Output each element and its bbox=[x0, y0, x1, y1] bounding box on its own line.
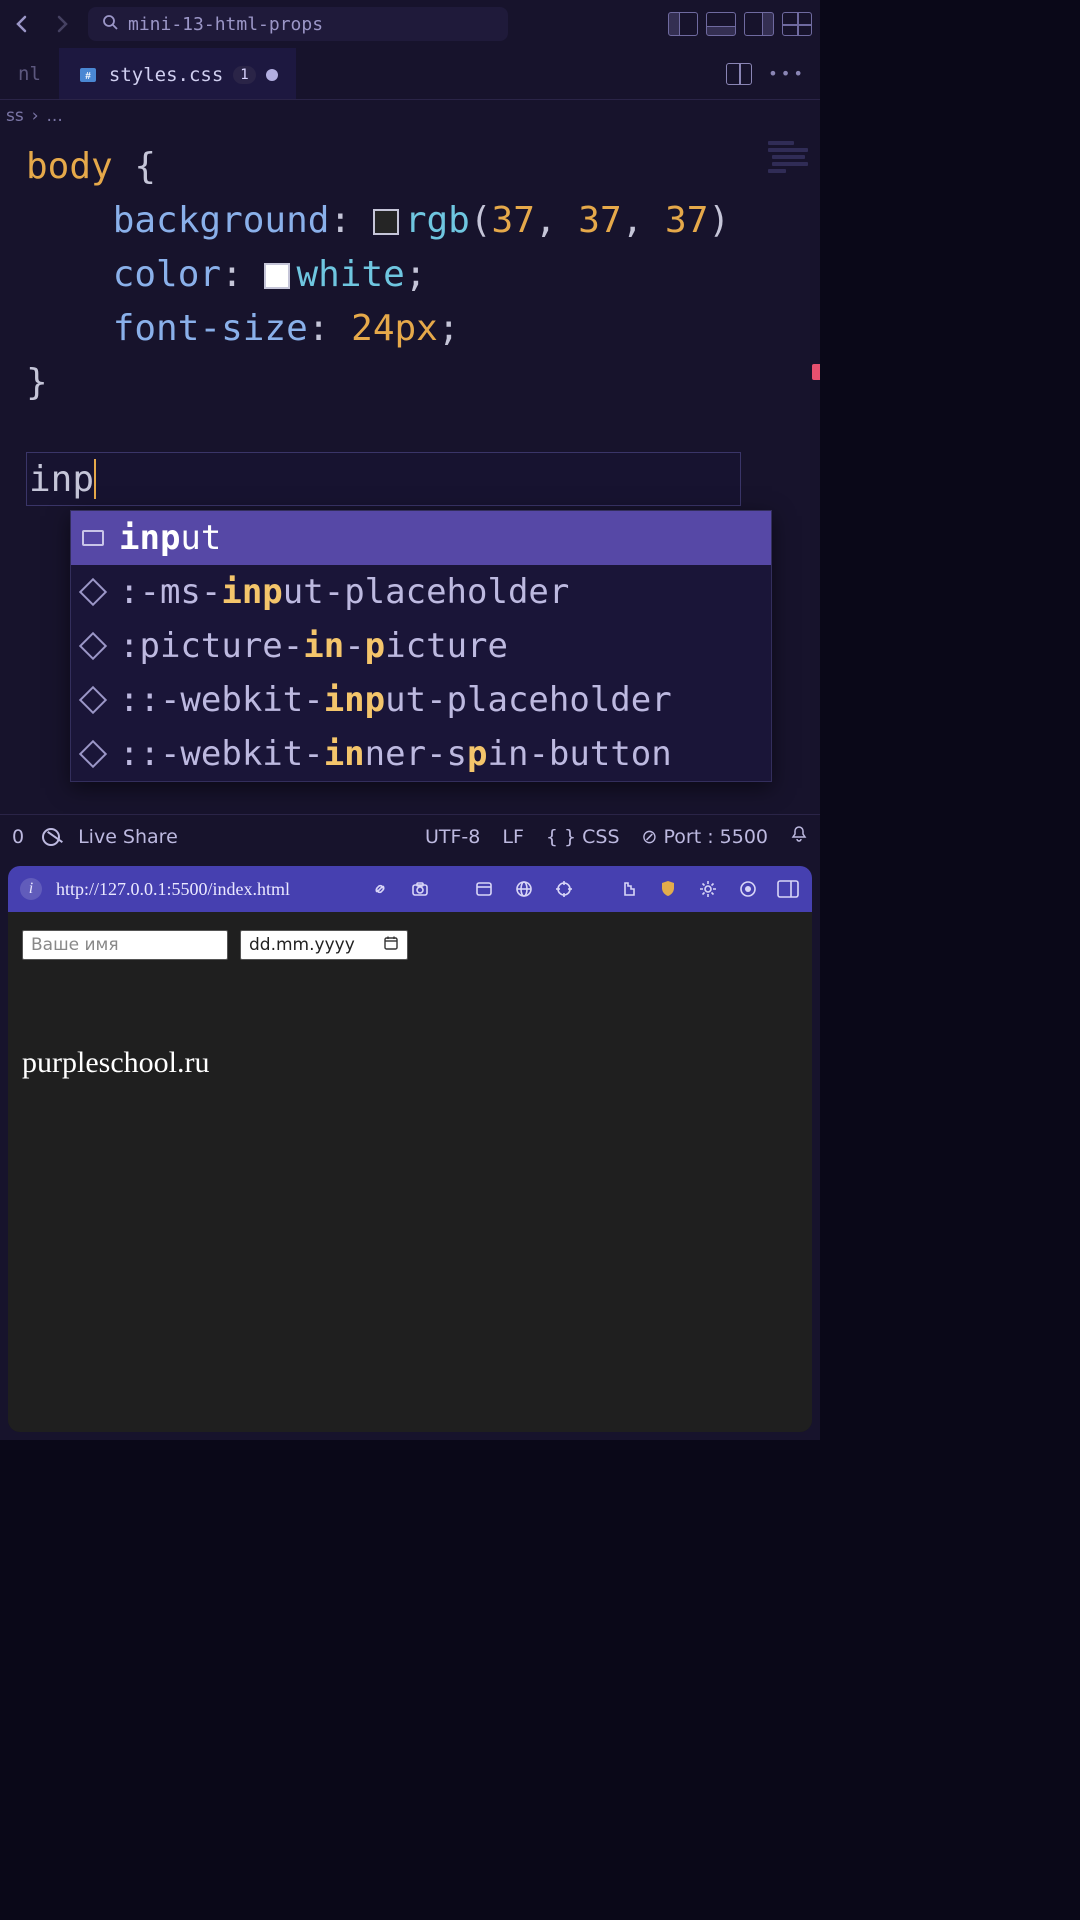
tab-inactive[interactable]: nl bbox=[0, 48, 59, 99]
color-swatch-icon[interactable] bbox=[264, 263, 290, 289]
snippet-icon bbox=[81, 526, 105, 550]
window-icon[interactable] bbox=[472, 877, 496, 901]
site-info-icon[interactable]: i bbox=[20, 878, 42, 900]
shield-icon[interactable] bbox=[656, 877, 680, 901]
link-icon[interactable] bbox=[368, 877, 392, 901]
date-input[interactable]: dd.mm.yyyy bbox=[240, 930, 408, 960]
split-editor-icon[interactable] bbox=[726, 63, 752, 85]
color-swatch-icon[interactable] bbox=[373, 209, 399, 235]
titlebar: mini-13-html-props bbox=[0, 0, 820, 48]
command-search[interactable]: mini-13-html-props bbox=[88, 7, 508, 41]
css-file-icon: # bbox=[77, 64, 99, 86]
panel-left-icon[interactable] bbox=[668, 12, 698, 36]
error-marker-icon[interactable] bbox=[812, 364, 820, 380]
more-actions-icon[interactable]: ••• bbox=[768, 64, 806, 83]
symbol-icon bbox=[81, 580, 105, 604]
code-editor[interactable]: body { background: rgb(37, 37, 37) color… bbox=[0, 132, 820, 814]
symbol-icon bbox=[81, 688, 105, 712]
status-eol[interactable]: LF bbox=[502, 826, 524, 848]
placeholder-text: Ваше имя bbox=[31, 935, 119, 955]
chevron-right-icon: › bbox=[32, 106, 39, 126]
intellisense-popup: input :-ms-input-placeholder :picture-in… bbox=[70, 510, 772, 782]
nav-forward-icon bbox=[48, 10, 76, 38]
address-url[interactable]: http://127.0.0.1:5500/index.html bbox=[56, 879, 290, 900]
search-icon bbox=[102, 14, 118, 34]
record-icon[interactable] bbox=[736, 877, 760, 901]
symbol-icon bbox=[81, 742, 105, 766]
name-input[interactable]: Ваше имя bbox=[22, 930, 228, 960]
suggestion-item[interactable]: ::-webkit-input-placeholder bbox=[71, 673, 771, 727]
suggestion-item[interactable]: input bbox=[71, 511, 771, 565]
status-language[interactable]: { } CSS bbox=[546, 826, 620, 848]
tab-styles-css[interactable]: # styles.css 1 bbox=[59, 48, 296, 99]
brand-text: purpleschool.ru bbox=[22, 1046, 798, 1080]
minimap[interactable] bbox=[768, 138, 812, 198]
status-bar: 0 Live Share UTF-8 LF { } CSS ⊘ Port : 5… bbox=[0, 814, 820, 858]
nav-back-icon[interactable] bbox=[8, 10, 36, 38]
unsaved-indicator-icon bbox=[266, 69, 278, 81]
status-encoding[interactable]: UTF-8 bbox=[425, 826, 480, 848]
live-share-icon[interactable] bbox=[42, 828, 60, 846]
gear-icon[interactable] bbox=[696, 877, 720, 901]
breadcrumb[interactable]: ss › ... bbox=[0, 100, 820, 132]
placeholder-text: dd.mm.yyyy bbox=[249, 935, 355, 955]
browser-page: Ваше имя dd.mm.yyyy purpleschool.ru bbox=[8, 912, 812, 1432]
breadcrumb-part: ss bbox=[6, 106, 24, 126]
panel-bottom-icon[interactable] bbox=[706, 12, 736, 36]
sidepanel-icon[interactable] bbox=[776, 877, 800, 901]
svg-text:#: # bbox=[85, 71, 91, 82]
browser-toolbar: i http://127.0.0.1:5500/index.html bbox=[8, 866, 812, 912]
tab-problem-badge: 1 bbox=[233, 66, 255, 84]
status-left-num[interactable]: 0 bbox=[12, 826, 24, 848]
target-icon[interactable] bbox=[552, 877, 576, 901]
suggestion-item[interactable]: ::-webkit-inner-spin-button bbox=[71, 727, 771, 781]
browser-preview: i http://127.0.0.1:5500/index.html В bbox=[8, 866, 812, 1432]
tab-bar: nl # styles.css 1 ••• bbox=[0, 48, 820, 100]
bell-icon[interactable] bbox=[790, 825, 808, 848]
cursor-icon bbox=[94, 459, 96, 499]
current-line[interactable]: inp bbox=[26, 452, 741, 506]
project-name: mini-13-html-props bbox=[128, 14, 323, 35]
tab-filename: styles.css bbox=[109, 64, 223, 86]
camera-icon[interactable] bbox=[408, 877, 432, 901]
tab-label: nl bbox=[18, 63, 41, 85]
extension-icon[interactable] bbox=[616, 877, 640, 901]
typed-text: inp bbox=[29, 459, 94, 500]
calendar-icon[interactable] bbox=[383, 935, 399, 955]
panel-right-icon[interactable] bbox=[744, 12, 774, 36]
suggestion-item[interactable]: :-ms-input-placeholder bbox=[71, 565, 771, 619]
symbol-icon bbox=[81, 634, 105, 658]
breadcrumb-part: ... bbox=[47, 106, 63, 126]
code-content: body { background: rgb(37, 37, 37) color… bbox=[0, 132, 820, 410]
layout-grid-icon[interactable] bbox=[782, 12, 812, 36]
status-live-share[interactable]: Live Share bbox=[78, 826, 178, 848]
status-port[interactable]: ⊘ Port : 5500 bbox=[642, 826, 768, 848]
layout-controls bbox=[668, 12, 812, 36]
globe-icon[interactable] bbox=[512, 877, 536, 901]
suggestion-item[interactable]: :picture-in-picture bbox=[71, 619, 771, 673]
